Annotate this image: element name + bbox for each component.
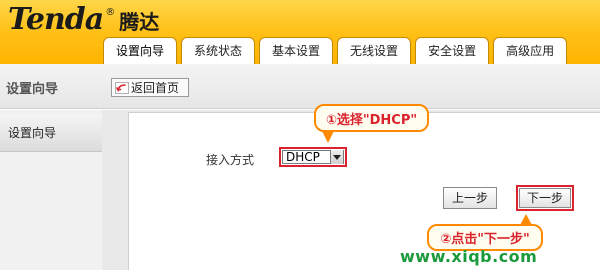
previous-step-button[interactable]: 上一步 <box>443 187 497 209</box>
access-mode-highlight: DHCP <box>279 147 347 167</box>
back-to-home-label: 返回首页 <box>131 81 180 95</box>
callout-select-dhcp: ①选择"DHCP" <box>314 104 429 132</box>
access-mode-label: 接入方式 <box>206 153 255 167</box>
subheader-bar: 设置向导 返回首页 <box>0 64 600 109</box>
next-step-button[interactable]: 下一步 <box>519 188 571 208</box>
tab-setup-wizard[interactable]: 设置向导 <box>103 37 178 64</box>
sidebar: 设置向导 <box>0 110 102 270</box>
main-tabs: 设置向导 系统状态 基本设置 无线设置 安全设置 高级应用 <box>103 37 568 64</box>
callout-pointer <box>322 131 334 143</box>
next-step-highlight: 下一步 <box>516 185 574 211</box>
back-to-home-button[interactable]: 返回首页 <box>111 78 189 97</box>
logo-text: Tenda <box>8 2 104 37</box>
watermark: www.xiqb.com <box>400 247 538 266</box>
tab-security-settings[interactable]: 安全设置 <box>415 37 490 64</box>
tenda-logo: Tenda ® 腾达 <box>8 2 160 37</box>
logo-registered-mark: ® <box>105 7 116 18</box>
return-arrow-icon <box>115 81 129 94</box>
tab-advanced[interactable]: 高级应用 <box>493 37 568 64</box>
section-title: 设置向导 <box>6 82 59 97</box>
logo-chinese-text: 腾达 <box>119 10 160 34</box>
header-bar: Tenda ® 腾达 设置向导 系统状态 基本设置 无线设置 安全设置 高级应用 <box>0 0 600 64</box>
access-mode-value: DHCP <box>286 150 320 164</box>
access-mode-select[interactable]: DHCP <box>282 150 344 164</box>
chevron-down-icon[interactable] <box>330 150 343 164</box>
tab-basic-settings[interactable]: 基本设置 <box>259 37 334 64</box>
tab-wireless-settings[interactable]: 无线设置 <box>337 37 412 64</box>
tab-system-status[interactable]: 系统状态 <box>181 37 256 64</box>
sidebar-item-setup-wizard[interactable]: 设置向导 <box>0 114 102 152</box>
